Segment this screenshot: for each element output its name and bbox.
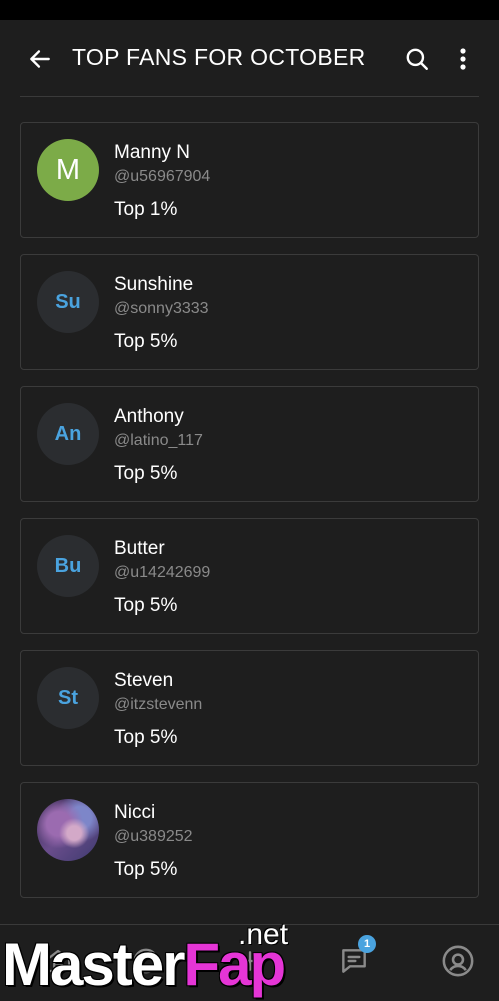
more-options-button[interactable] [452,44,474,74]
header-divider [20,96,479,97]
back-button[interactable] [26,45,54,73]
avatar[interactable]: Bu [37,535,99,597]
app-header: TOP FANS FOR OCTOBER [0,20,499,96]
avatar[interactable]: St [37,667,99,729]
avatar-initials: Su [55,290,81,313]
fan-rank: Top 5% [114,727,178,748]
messages-badge: 1 [358,935,376,953]
fan-card[interactable]: St Steven @itzstevenn Top 5% [20,650,479,766]
avatar[interactable]: An [37,403,99,465]
fan-name[interactable]: Sunshine [114,274,193,296]
fan-name[interactable]: Butter [114,538,165,560]
fan-card[interactable]: Bu Butter @u14242699 Top 5% [20,518,479,634]
fan-name[interactable]: Nicci [114,802,155,824]
nav-home[interactable] [40,943,76,979]
fan-handle: @latino_117 [114,432,203,449]
more-vertical-icon [460,48,466,70]
fan-rank: Top 5% [114,595,178,616]
nav-profile[interactable] [440,943,476,979]
status-bar [0,0,499,20]
add-post-icon [240,951,260,971]
search-icon [406,48,428,70]
nav-notifications[interactable] [128,943,164,979]
fan-handle: @u56967904 [114,168,211,185]
fan-rank: Top 5% [114,331,178,352]
avatar[interactable]: M [37,139,99,201]
fan-rank: Top 5% [114,859,178,880]
fan-handle: @u14242699 [114,564,211,581]
avatar-initials: St [58,686,78,709]
fan-name[interactable]: Manny N [114,142,190,164]
fan-name[interactable]: Anthony [114,406,184,428]
avatar-initials: Bu [54,554,82,577]
fan-card[interactable]: Su Sunshine @sonny3333 Top 5% [20,254,479,370]
nav-add-post[interactable] [232,943,268,979]
fan-handle: @sonny3333 [114,300,209,317]
fan-rank: Top 5% [114,463,178,484]
nav-messages[interactable]: 1 [336,935,376,979]
fan-handle: @u389252 [114,828,193,845]
avatar-initials: M [55,153,81,186]
fan-handle: @itzstevenn [114,696,203,713]
fan-name[interactable]: Steven [114,670,173,692]
fan-card[interactable]: An Anthony @latino_117 Top 5% [20,386,479,502]
fan-rank: Top 1% [114,199,178,220]
avatar-initials: An [54,422,82,445]
page-title: TOP FANS FOR OCTOBER [72,44,366,70]
avatar[interactable]: Su [37,271,99,333]
fan-card[interactable]: M Manny N @u56967904 Top 1% [20,122,479,238]
arrow-left-icon [30,50,50,68]
profile-icon [442,945,474,977]
avatar-photo[interactable] [37,799,99,861]
notifications-icon [133,948,159,974]
home-icon [45,949,71,973]
bottom-navigation: 1 [0,924,499,1001]
fan-card[interactable]: Nicci @u389252 Top 5% [20,782,479,898]
search-button[interactable] [402,44,432,74]
